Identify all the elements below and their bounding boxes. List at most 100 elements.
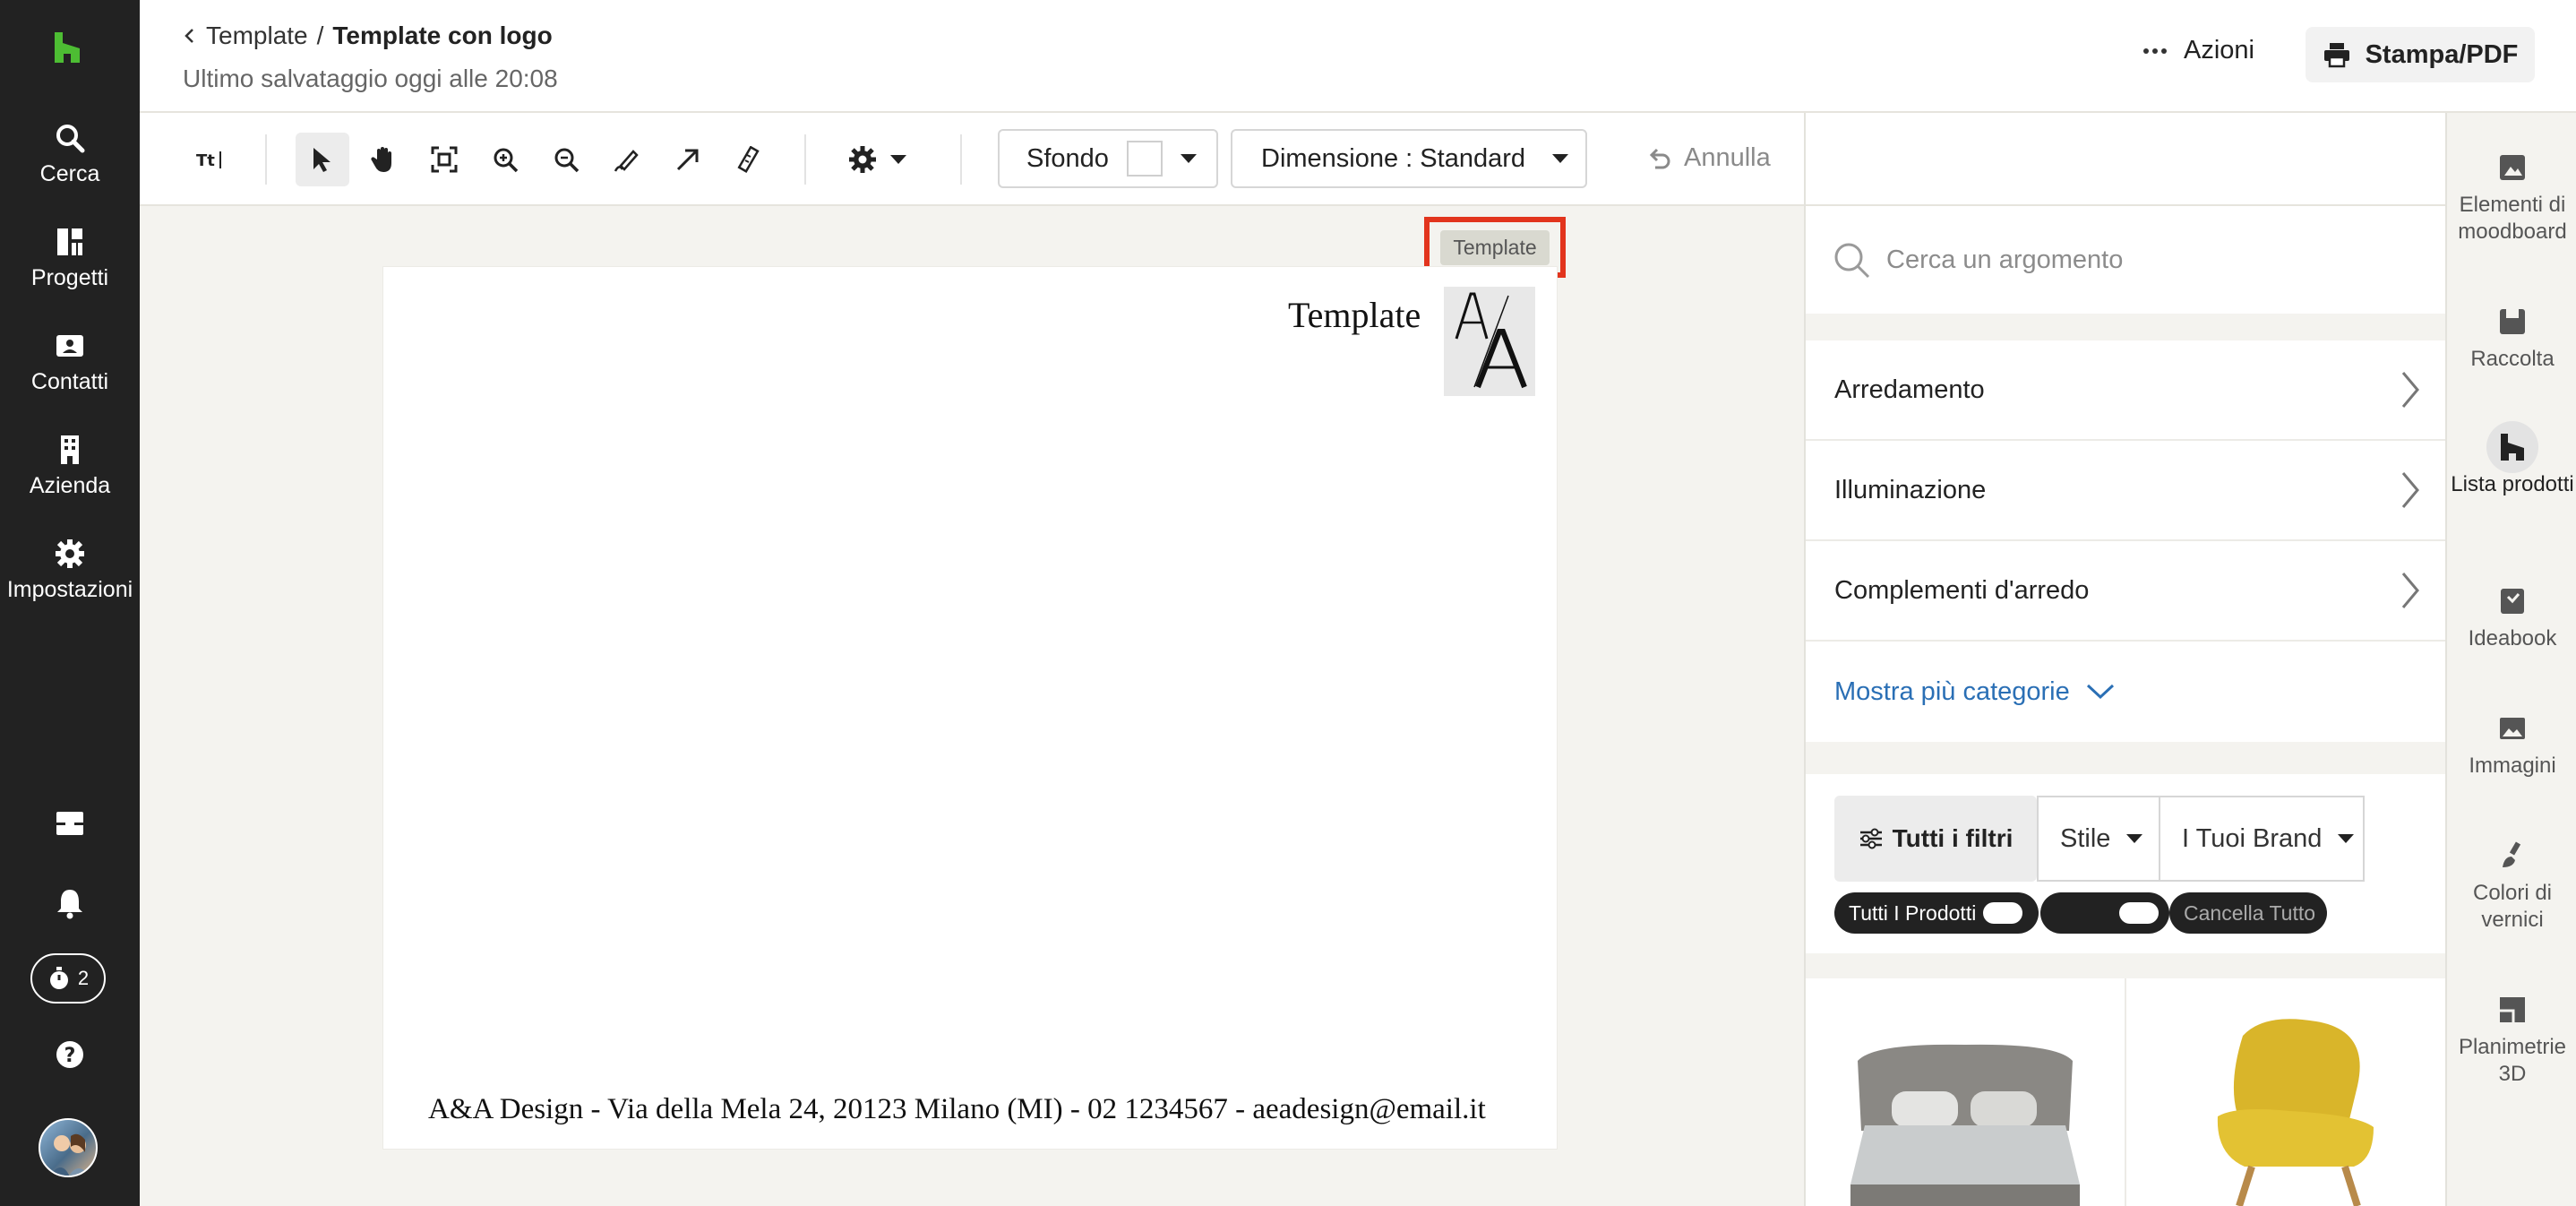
nav-item-contatti[interactable]: Contatti [0,330,140,395]
bell-icon [57,890,82,919]
category-item[interactable]: Illuminazione [1806,441,2447,541]
toolbar-divider [265,134,267,185]
background-dropdown[interactable]: Sfondo [998,129,1218,188]
close-icon[interactable] [2119,902,2159,924]
rbar-item-colori-vernici[interactable]: Colori di vernici [2447,840,2576,934]
save-status: Ultimo salvataggio oggi alle 20:08 [183,65,558,92]
nav-item-impostazioni[interactable]: Impostazioni [0,538,140,603]
grid-divider [2125,978,2126,1206]
nav-item-progetti[interactable]: Progetti [0,226,140,291]
search-icon [56,125,85,153]
style-filter-dropdown[interactable]: Stile [2037,796,2160,882]
inbox-button[interactable] [0,808,140,839]
size-label: Dimensione : Standard [1261,143,1525,173]
rbar-item-ideabook[interactable]: Ideabook [2447,586,2576,652]
clear-all-label: Cancella Tutto [2184,900,2316,925]
help-icon: ? [56,1041,83,1068]
moodboard-icon [2500,155,2525,180]
actions-button[interactable]: Azioni [2142,36,2254,65]
fit-screen-button[interactable] [417,133,471,186]
close-icon[interactable] [1983,902,2023,924]
chevron-down-icon [1180,154,1197,163]
measure-tool-button[interactable] [722,133,776,186]
clear-all-button[interactable]: Cancella Tutto [2169,892,2327,934]
help-button[interactable]: ? [0,1039,140,1070]
company-logo[interactable] [1444,287,1535,396]
rbar-label: Colori di vernici [2472,881,2553,932]
floorplan-icon [2500,997,2525,1022]
chevron-right-icon [2401,472,2419,508]
filter-chip-all-products[interactable]: Tutti I Prodotti [1834,892,2039,934]
inbox-icon [56,812,83,835]
rbar-item-planimetrie-3d[interactable]: Planimetrie 3D [2447,995,2576,1088]
chevron-down-icon [2338,834,2355,843]
category-item[interactable]: Arredamento [1806,340,2447,441]
style-filter-label: Stile [2060,823,2111,853]
print-pdf-button[interactable]: Stampa/PDF [2306,27,2535,82]
rbar-item-raccolta[interactable]: Raccolta [2447,306,2576,373]
nav-item-azienda[interactable]: Azienda [0,434,140,499]
product-card-bed[interactable] [1838,1014,2092,1206]
breadcrumb-parent[interactable]: Template [206,22,308,50]
timer-count: 2 [77,967,90,989]
image-icon [2500,718,2525,739]
all-filters-button[interactable]: Tutti i filtri [1834,796,2037,882]
nav-label: Azienda [29,473,111,498]
rbar-item-moodboard[interactable]: Elementi di moodboard [2447,152,2576,246]
save-icon [2500,309,2525,334]
size-dropdown[interactable]: Dimensione : Standard [1231,129,1587,188]
filter-bar: Tutti i filtri Stile I Tuoi Brand Tutti … [1806,774,2447,953]
breadcrumb-separator: / [316,22,324,49]
notifications-button[interactable] [0,887,140,919]
rbar-label: Elementi di moodboard [2458,193,2567,244]
pan-tool-button[interactable] [356,133,410,186]
text-tool-button[interactable]: Tt [183,133,236,186]
rbar-item-immagini[interactable]: Immagini [2447,713,2576,780]
chevron-down-icon [1552,154,1568,163]
brand-filter-dropdown[interactable]: I Tuoi Brand [2159,796,2365,882]
rbar-item-lista-prodotti[interactable]: Lista prodotti [2447,432,2576,498]
undo-button[interactable]: Annulla [1646,143,1771,173]
page-footer[interactable]: A&A Design - Via della Mela 24, 20123 Mi… [428,1093,1486,1126]
category-label: Arredamento [1834,375,1985,404]
select-tool-button[interactable] [296,133,349,186]
panel-header [1806,113,2447,206]
all-filters-label: Tutti i filtri [1892,824,2014,852]
svg-text:Tt: Tt [196,151,215,170]
print-label: Stampa/PDF [2365,39,2519,69]
background-color-swatch [1126,141,1163,177]
document-page[interactable]: Template A&A Design - Via della Mela 24,… [383,267,1557,1149]
text-tool-icon: Tt [196,151,221,170]
chip-label: Tutti I Prodotti [1849,900,1977,925]
top-header: Template / Template con logo Ultimo salv… [140,0,2576,113]
zoom-out-button[interactable] [539,133,593,186]
nav-item-cerca[interactable]: Cerca [0,122,140,187]
nav-label: Cerca [39,161,100,186]
svg-text:?: ? [64,1045,76,1067]
brand-filter-label: I Tuoi Brand [2182,823,2323,853]
show-more-categories[interactable]: Mostra più categorie [1806,642,2447,742]
page-title[interactable]: Template [1288,294,1421,336]
cursor-arrow-icon [313,148,331,172]
filter-chip[interactable] [2040,892,2169,934]
fit-screen-icon [431,146,458,173]
aa-logo-icon [1444,287,1535,396]
product-panel: Cerca un argomento Arredamento Illuminaz… [1804,113,2447,1206]
product-card-armchair[interactable] [2182,1009,2406,1206]
template-tag[interactable]: Template [1440,229,1550,265]
zoom-in-button[interactable] [478,133,532,186]
timer-button[interactable]: 2 [30,953,106,1004]
stopwatch-icon [49,967,68,989]
zoom-in-icon [494,148,519,173]
chevron-down-icon [2086,684,2114,700]
more-dots-icon [2143,47,2167,54]
avatar[interactable] [39,1118,98,1177]
category-item[interactable]: Complementi d'arredo [1806,541,2447,642]
settings-dropdown[interactable] [837,133,917,186]
show-more-label: Mostra più categorie [1834,676,2070,706]
draw-tool-button[interactable] [600,133,654,186]
chevron-left-icon[interactable] [183,27,197,45]
topic-search[interactable]: Cerca un argomento [1806,206,2447,314]
arrow-tool-button[interactable] [661,133,715,186]
houzz-logo-icon[interactable] [52,30,82,65]
